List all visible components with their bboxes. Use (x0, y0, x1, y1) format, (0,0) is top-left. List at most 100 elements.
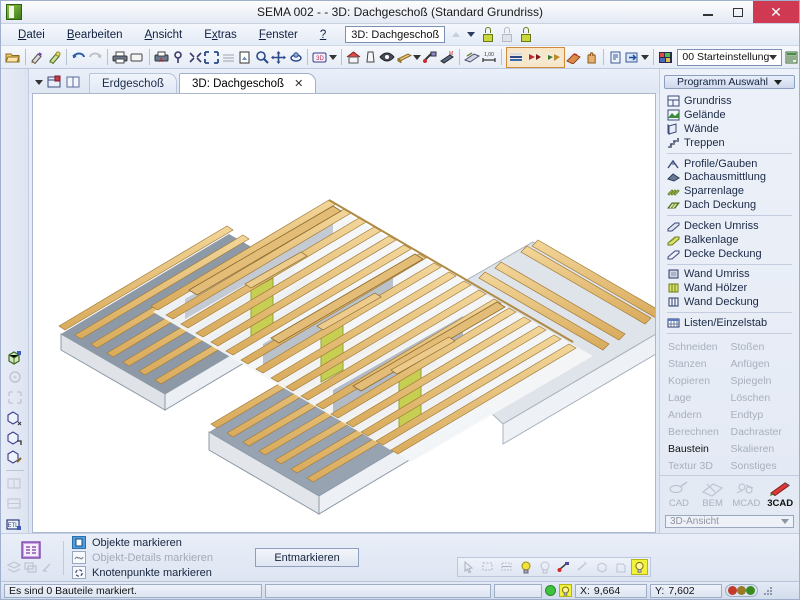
3d-viewport[interactable] (32, 93, 656, 533)
undo-icon[interactable] (71, 48, 87, 67)
view-select-combo[interactable]: 3D-Ansicht (665, 514, 794, 528)
export-dropdown-icon[interactable] (640, 48, 649, 67)
box-select-alt-icon[interactable] (498, 559, 515, 575)
cube-b-icon[interactable] (612, 559, 629, 575)
mark-option-knoten[interactable]: Knotenpunkte markieren (72, 566, 213, 580)
viewport-etl-icon[interactable]: ETL (5, 515, 25, 533)
perspective-icon[interactable] (565, 48, 582, 67)
dropdown-arrow-icon[interactable] (35, 79, 43, 85)
menu-decke-deckung[interactable]: Decke Deckung (660, 247, 799, 261)
menu-fenster[interactable]: Fenster (248, 27, 309, 43)
menu-help[interactable]: ? (309, 27, 337, 43)
menu-balkenlage[interactable]: Balkenlage (660, 233, 799, 247)
menu-wand-deckung[interactable]: Wand Deckung (660, 295, 799, 309)
status-led-icon[interactable] (545, 585, 556, 596)
cmd-baustein[interactable]: Baustein (668, 441, 731, 457)
active-view-combo[interactable]: 3D: Dachgeschoß (345, 26, 446, 43)
print-icon[interactable] (112, 48, 128, 67)
orbit-icon[interactable] (288, 48, 304, 67)
render-icon[interactable] (464, 48, 481, 67)
maximize-button[interactable] (723, 1, 753, 23)
setting-list-icon[interactable] (783, 48, 799, 67)
render-color-icon[interactable] (526, 48, 545, 67)
pan-icon[interactable] (271, 48, 287, 67)
menu-grundriss[interactable]: Grundriss (660, 94, 799, 108)
eye-icon[interactable] (379, 48, 396, 67)
view-3d-icon[interactable]: 3D (312, 48, 328, 67)
render-shade-icon[interactable] (507, 48, 526, 67)
menu-dach-deckung[interactable]: Dach Deckung (660, 198, 799, 212)
beam-dropdown-icon[interactable] (413, 48, 422, 67)
paint-brush-icon[interactable] (46, 48, 62, 67)
menu-gelaende[interactable]: Gelände (660, 108, 799, 122)
doc-icon[interactable] (607, 48, 623, 67)
query-icon[interactable] (171, 48, 187, 67)
tab-3d-dachgeschoss[interactable]: 3D: Dachgeschoß ✕ (179, 73, 317, 93)
tab-close-icon[interactable]: ✕ (294, 77, 303, 90)
hand-icon[interactable] (583, 48, 599, 67)
menu-datei[interactable]: DDateiatei (7, 27, 56, 43)
entmarkieren-button[interactable]: Entmarkieren (255, 548, 360, 567)
screenshot-icon[interactable] (238, 48, 254, 67)
menu-listen-einzelstab[interactable]: Listen/Einzelstab (660, 316, 799, 330)
edit-pencil-icon[interactable] (30, 48, 46, 67)
section-icon[interactable] (363, 48, 379, 67)
mode-3cad[interactable]: 3CAD (764, 480, 796, 509)
mode-cad[interactable]: CAD (663, 480, 695, 509)
menu-bearbeiten[interactable]: Bearbeiten (56, 27, 134, 43)
resize-grip[interactable] (763, 585, 774, 596)
spin-up-icon[interactable] (452, 32, 461, 37)
house-icon[interactable] (346, 48, 362, 67)
close-button[interactable]: ✕ (753, 1, 799, 23)
measure-icon[interactable] (422, 48, 438, 67)
magnet-icon[interactable] (555, 559, 572, 575)
view-left-icon[interactable] (5, 409, 25, 427)
menu-profile-gauben[interactable]: Profile/Gauben (660, 157, 799, 171)
info-icon[interactable]: M (439, 48, 455, 67)
zoom-extents-icon[interactable] (204, 48, 220, 67)
tab-erdgeschoss[interactable]: Erdgeschoß (89, 73, 178, 93)
menu-dachausmittlung[interactable]: Dachausmittlung (660, 170, 799, 184)
lock-green-icon-2[interactable] (520, 27, 532, 42)
spin-down-icon[interactable] (467, 32, 476, 37)
marking-mode-icon[interactable] (21, 541, 41, 559)
view-front-icon[interactable] (5, 429, 25, 447)
zoom-region-icon[interactable] (187, 48, 203, 67)
cube-3d-icon[interactable] (5, 349, 25, 367)
setting-combo[interactable]: 00 Starteinstellung (677, 48, 783, 66)
program-auswahl-button[interactable]: Programm Auswahl (664, 75, 795, 90)
mode-bem[interactable]: BEM (697, 480, 729, 509)
dimension-icon[interactable]: 1,00 (481, 48, 497, 67)
cube-a-icon[interactable] (593, 559, 610, 575)
cursor-arrow-icon[interactable] (460, 559, 477, 575)
traffic-light-indicator[interactable] (725, 584, 758, 597)
menu-wand-umriss[interactable]: Wand Umriss (660, 267, 799, 281)
settings-grid-icon[interactable] (658, 48, 674, 67)
menu-waende[interactable]: Wände (660, 122, 799, 136)
beam-icon[interactable] (396, 48, 413, 67)
box-select-icon[interactable] (479, 559, 496, 575)
bulb-highlight-icon[interactable] (631, 559, 648, 575)
bulb-off-icon[interactable] (536, 559, 553, 575)
menu-sparrenlage[interactable]: Sparrenlage (660, 184, 799, 198)
view-3d-dropdown-icon[interactable] (329, 48, 338, 67)
mode-mcad[interactable]: MCAD (730, 480, 762, 509)
view-top-icon[interactable] (5, 448, 25, 466)
menu-extras[interactable]: Extras (193, 27, 248, 43)
print-preview-icon[interactable]: A (154, 48, 170, 67)
bulb-icon[interactable] (559, 584, 572, 597)
menu-treppen[interactable]: Treppen (660, 136, 799, 150)
menu-ansicht[interactable]: Ansicht (134, 27, 194, 43)
open-folder-icon[interactable] (5, 48, 21, 67)
export-icon[interactable] (624, 48, 640, 67)
mark-option-objekte[interactable]: Objekte markieren (72, 536, 213, 550)
render-texture-icon[interactable] (545, 48, 564, 67)
window-tile-icon[interactable] (66, 75, 81, 89)
menu-wand-hoelzer[interactable]: Wand Hölzer (660, 281, 799, 295)
window-split-icon[interactable] (47, 75, 62, 89)
bulb-on-icon[interactable] (517, 559, 534, 575)
zoom-icon[interactable] (254, 48, 270, 67)
minimize-button[interactable] (693, 1, 723, 23)
lock-green-icon-1[interactable] (482, 27, 494, 42)
page-setup-icon[interactable] (129, 48, 145, 67)
